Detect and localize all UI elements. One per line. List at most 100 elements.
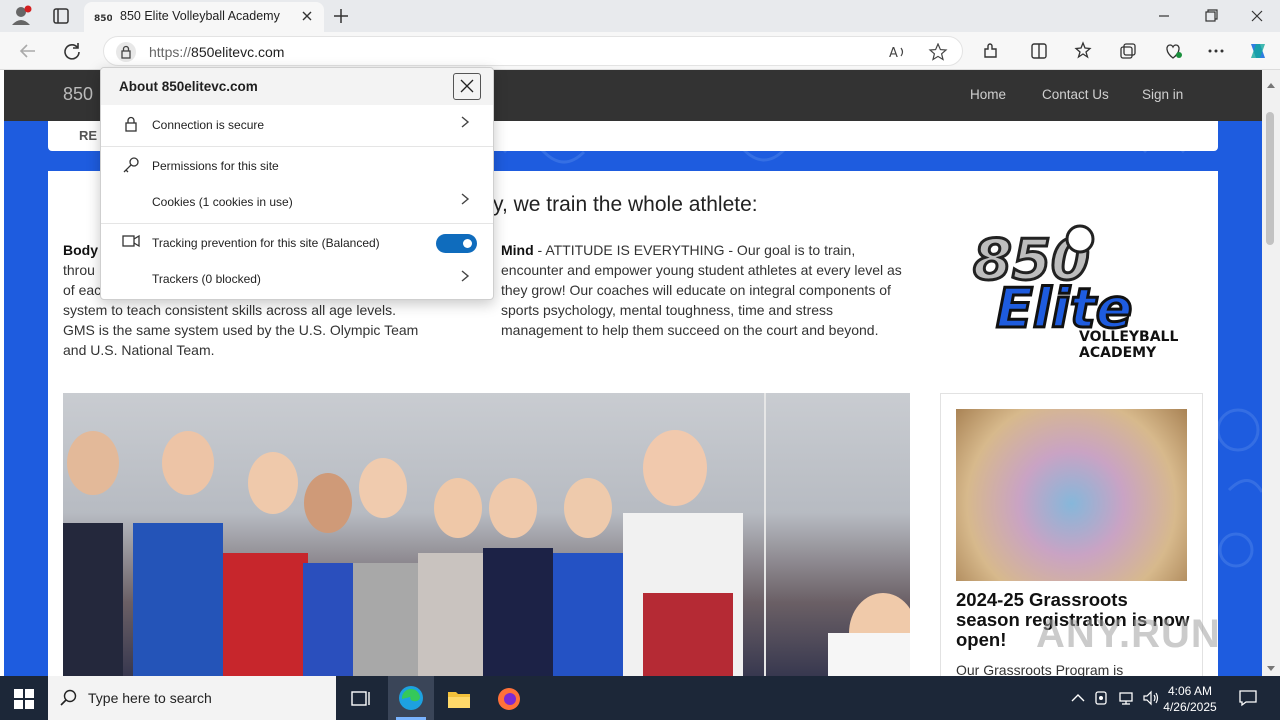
collections-icon[interactable] (1118, 41, 1138, 61)
tracking-prevention-label: Tracking prevention for this site (Balan… (152, 236, 380, 250)
body-heading: Body (63, 242, 98, 258)
cookies-label: Cookies (1 cookies in use) (152, 195, 293, 209)
refresh-icon[interactable] (62, 41, 82, 61)
split-screen-icon[interactable] (1029, 41, 1049, 61)
body-line-1: throu (63, 262, 95, 278)
popup-close-button[interactable] (453, 73, 481, 100)
svg-text:850: 850 (94, 14, 112, 23)
clock-date: 4/26/2025 (1163, 700, 1217, 714)
site-favicon-icon: 850 (94, 10, 113, 24)
mind-paragraph: Mind - ATTITUDE IS EVERYTHING - Our goal… (501, 240, 911, 340)
page-headline: y, we train the whole athlete: (493, 193, 758, 216)
edge-icon (398, 685, 424, 711)
meet-now-icon[interactable] (1094, 690, 1112, 706)
mind-text: - ATTITUDE IS EVERYTHING - Our goal is t… (501, 242, 902, 338)
body-line-3: system to teach consistent skills across… (63, 302, 397, 318)
scroll-down-icon[interactable] (1266, 660, 1276, 671)
nav-sign-in[interactable]: Sign in (1142, 87, 1183, 102)
scroll-up-icon[interactable] (1266, 76, 1276, 88)
search-placeholder: Type here to search (88, 690, 212, 706)
new-tab-icon[interactable] (331, 6, 351, 26)
windows-taskbar: Type here to search 4:06 AM 4/26/2025 (0, 676, 1280, 720)
url-text[interactable]: https://850elitevc.com (149, 44, 284, 60)
key-icon (121, 156, 141, 177)
scrollbar-thumb[interactable] (1266, 112, 1274, 245)
academy-logo: 850 Elite VOLLEYBALL ACADEMY (968, 201, 1178, 361)
taskbar-search-box[interactable]: Type here to search (48, 676, 336, 720)
tracking-prevention-toggle[interactable] (436, 234, 477, 253)
tab-title: 850 Elite Volleyball Academy (120, 9, 280, 23)
browser-title-bar: 850 850 Elite Volleyball Academy (0, 0, 1280, 32)
lock-icon[interactable] (116, 42, 136, 62)
close-window-icon[interactable] (1248, 8, 1266, 24)
close-icon (460, 79, 474, 93)
notifications-icon[interactable] (1238, 689, 1258, 707)
permissions-label: Permissions for this site (152, 159, 279, 173)
nav-home[interactable]: Home (970, 87, 1006, 102)
tab-close-icon[interactable] (299, 8, 315, 24)
popup-divider (101, 223, 493, 224)
chevron-right-icon (459, 190, 471, 213)
file-explorer-icon[interactable] (446, 686, 472, 712)
svg-text:A: A (889, 46, 898, 61)
tracking-prevention-row: Tracking prevention for this site (Balan… (101, 225, 493, 261)
trackers-row[interactable]: Trackers (0 blocked) (101, 261, 493, 297)
mind-heading: Mind (501, 242, 534, 258)
subnav-text[interactable]: RE (79, 128, 97, 143)
task-view-icon[interactable] (348, 686, 374, 712)
tracking-icon (121, 233, 141, 252)
url-host: 850elitevc.com (191, 44, 285, 60)
site-info-popup: About 850elitevc.com Connection is secur… (100, 67, 494, 300)
body-line-4: GMS is the same system used by the U.S. … (63, 322, 419, 338)
lock-icon (121, 115, 141, 136)
system-clock[interactable]: 4:06 AM 4/26/2025 (1160, 683, 1220, 715)
chevron-right-icon (459, 267, 471, 290)
more-menu-icon[interactable] (1206, 41, 1226, 61)
restore-icon[interactable] (1202, 8, 1220, 24)
clock-time: 4:06 AM (1167, 684, 1213, 698)
network-icon[interactable] (1118, 690, 1136, 706)
anyrun-watermark: ANY.RUN (1036, 612, 1221, 656)
back-icon[interactable] (18, 41, 38, 61)
firefox-icon[interactable] (496, 686, 522, 712)
connection-secure-label: Connection is secure (152, 118, 265, 132)
photo-divider (764, 393, 766, 676)
popup-divider (101, 146, 493, 147)
profile-icon[interactable] (10, 5, 34, 27)
tab-850-elite[interactable]: 850 850 Elite Volleyball Academy (84, 2, 324, 32)
tray-chevron-icon[interactable] (1070, 691, 1086, 705)
edge-taskbar-button[interactable] (388, 676, 434, 720)
search-icon (60, 689, 78, 707)
body-line-2: of eac (63, 282, 102, 298)
nav-contact-us[interactable]: Contact Us (1042, 87, 1109, 102)
grassroots-photo (956, 409, 1187, 581)
extensions-icon[interactable] (981, 41, 1001, 61)
connection-secure-row[interactable]: Connection is secure (101, 107, 493, 143)
permissions-row[interactable]: Permissions for this site (101, 148, 493, 184)
copilot-icon[interactable] (1246, 40, 1270, 62)
body-line-5: and U.S. National Team. (63, 342, 215, 358)
page-scrollbar[interactable] (1262, 70, 1280, 676)
read-aloud-icon[interactable]: A (888, 43, 908, 61)
svg-text:ACADEMY: ACADEMY (1079, 345, 1157, 361)
browser-essentials-icon[interactable] (1162, 41, 1184, 61)
svg-text:VOLLEYBALL: VOLLEYBALL (1079, 329, 1178, 345)
chevron-right-icon (459, 113, 471, 136)
favorite-star-icon[interactable] (928, 42, 948, 61)
url-protocol: https:// (149, 44, 192, 60)
popup-title: About 850elitevc.com (119, 79, 258, 94)
address-bar[interactable]: https://850elitevc.com A (103, 36, 963, 66)
minimize-icon[interactable] (1155, 8, 1173, 24)
windows-logo-icon (14, 689, 34, 709)
news-card-text: Our Grassroots Program is (956, 662, 1124, 676)
trackers-label: Trackers (0 blocked) (152, 272, 261, 286)
favorites-icon[interactable] (1073, 41, 1093, 61)
browser-toolbar: https://850elitevc.com A (0, 32, 1280, 70)
start-button[interactable] (14, 689, 34, 709)
tab-actions-icon[interactable] (52, 7, 70, 25)
volume-icon[interactable] (1142, 690, 1160, 706)
cookies-row[interactable]: Cookies (1 cookies in use) (101, 184, 493, 220)
team-photo (63, 393, 910, 676)
site-brand[interactable]: 850 (63, 84, 93, 105)
popup-header: About 850elitevc.com (101, 68, 493, 105)
